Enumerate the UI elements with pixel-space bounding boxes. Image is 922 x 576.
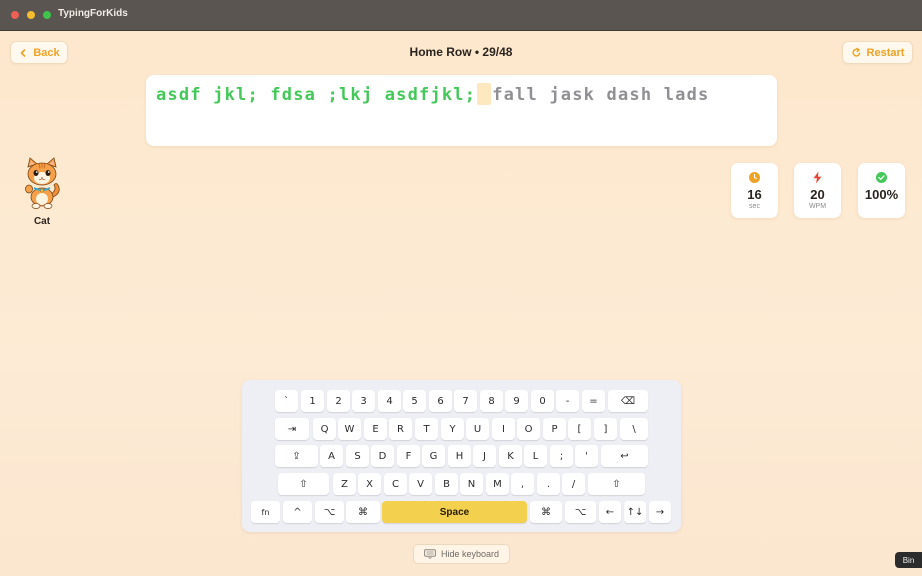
key-minus[interactable]: - [556,390,579,412]
app-title: TypingForKids [58,8,128,19]
key-arrow-left[interactable]: ← [599,501,621,523]
key-6[interactable]: 6 [429,390,452,412]
key-2[interactable]: 2 [327,390,350,412]
key-return[interactable]: ↩ [601,445,648,467]
key-left-shift[interactable]: ⇧ [278,473,329,495]
speed-value: 20 [810,187,825,202]
key-right-option[interactable]: ⌥ [565,501,596,523]
key-fn[interactable]: fn [251,501,280,523]
mascot[interactable]: Cat [18,157,66,227]
key-left-command[interactable]: ⌘ [346,501,380,523]
key-x[interactable]: X [358,473,381,495]
keyboard-icon [424,549,436,560]
typing-line: asdf jkl; fdsa ;lkj asdfjkl; fall jask da… [156,83,777,107]
restart-button[interactable]: Restart [842,41,913,64]
restart-label: Restart [866,46,905,59]
key-e[interactable]: E [364,418,387,440]
key-d[interactable]: D [371,445,394,467]
key-slash[interactable]: / [562,473,585,495]
typed-text: asdf jkl; fdsa ;lkj asdfjkl; [156,85,477,105]
key-t[interactable]: T [415,418,438,440]
key-quote[interactable]: ' [575,445,598,467]
key-l[interactable]: L [524,445,547,467]
accuracy-stat-card: 100% [858,163,905,218]
zoom-window-button[interactable] [43,11,51,19]
key-tab[interactable]: ⇥ [275,418,309,440]
key-a[interactable]: A [320,445,343,467]
key-space[interactable]: Space [382,501,527,523]
lightning-icon [812,171,823,184]
bin-tooltip: Bin [895,552,922,568]
minimize-window-button[interactable] [27,11,35,19]
speed-unit: WPM [808,203,827,210]
mascot-name: Cat [33,216,51,227]
key-semicolon[interactable]: ; [550,445,573,467]
key-w[interactable]: W [338,418,361,440]
typing-cursor [477,83,492,105]
key-p[interactable]: P [543,418,566,440]
key-r[interactable]: R [389,418,412,440]
time-unit: sec [749,203,760,210]
key-9[interactable]: 9 [505,390,528,412]
key-comma[interactable]: , [511,473,534,495]
key-caps-lock[interactable]: ⇪ [275,445,318,467]
key-f[interactable]: F [397,445,420,467]
key-4[interactable]: 4 [378,390,401,412]
key-arrow-up-down[interactable]: ↑↓ [624,501,646,523]
speed-stat-card: 20 WPM [794,163,841,218]
key-j[interactable]: J [473,445,496,467]
checkmark-icon [876,172,887,183]
lesson-title: Home Row • 29/48 [409,45,513,59]
key-s[interactable]: S [346,445,369,467]
restart-icon [851,47,862,58]
time-stat-card: 16 sec [731,163,778,218]
key-left-bracket[interactable]: [ [568,418,591,440]
remaining-text: fall jask dash lads [492,85,710,105]
key-right-command[interactable]: ⌘ [530,501,562,523]
main-area: Back Home Row • 29/48 Restart asdf jkl; … [0,31,922,576]
key-left-option[interactable]: ⌥ [315,501,344,523]
hide-keyboard-label: Hide keyboard [440,549,500,559]
key-8[interactable]: 8 [480,390,503,412]
key-5[interactable]: 5 [403,390,426,412]
key-right-shift[interactable]: ⇧ [588,473,645,495]
key-n[interactable]: N [460,473,483,495]
clock-icon [749,172,760,183]
key-k[interactable]: K [499,445,522,467]
typing-text-box[interactable]: asdf jkl; fdsa ;lkj asdfjkl; fall jask da… [146,75,777,146]
key-1[interactable]: 1 [301,390,324,412]
key-period[interactable]: . [537,473,560,495]
accuracy-value: 100% [864,187,899,202]
key-c[interactable]: C [384,473,407,495]
close-window-button[interactable] [11,11,19,19]
key-control[interactable]: ^ [283,501,312,523]
cat-mascot-icon [25,157,60,209]
key-b[interactable]: B [435,473,458,495]
key-right-bracket[interactable]: ] [594,418,617,440]
key-backtick[interactable]: ` [275,390,298,412]
key-arrow-right[interactable]: → [649,501,671,523]
key-z[interactable]: Z [333,473,356,495]
key-g[interactable]: G [422,445,445,467]
key-h[interactable]: H [448,445,471,467]
key-0[interactable]: 0 [531,390,554,412]
key-q[interactable]: Q [313,418,336,440]
key-m[interactable]: M [486,473,509,495]
time-value: 16 [747,187,762,202]
key-u[interactable]: U [466,418,489,440]
window-controls [11,11,51,19]
key-v[interactable]: V [409,473,432,495]
hide-keyboard-button[interactable]: Hide keyboard [413,544,510,564]
key-delete[interactable]: ⌫ [608,390,648,412]
key-7[interactable]: 7 [454,390,477,412]
key-equals[interactable]: = [582,390,605,412]
key-y[interactable]: Y [441,418,464,440]
window-titlebar: TypingForKids [0,0,922,31]
on-screen-keyboard: ` 1 2 3 4 5 6 7 8 9 0 - = ⌫ ⇥ Q W E R T … [242,380,681,532]
key-3[interactable]: 3 [352,390,375,412]
key-o[interactable]: O [517,418,540,440]
key-backslash[interactable]: \ [620,418,648,440]
key-i[interactable]: I [492,418,515,440]
